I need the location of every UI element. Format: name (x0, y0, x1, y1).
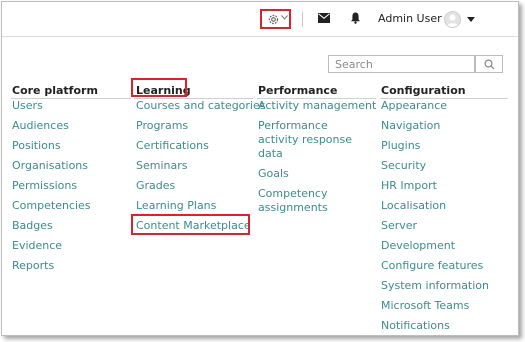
menu-item-evidence[interactable]: Evidence (12, 239, 91, 253)
menu-item-organisations[interactable]: Organisations (12, 159, 91, 173)
menu-item-development[interactable]: Development (381, 239, 489, 253)
search-button[interactable] (475, 55, 503, 73)
menu-item-permissions[interactable]: Permissions (12, 179, 91, 193)
menu-item-seminars[interactable]: Seminars (136, 159, 265, 173)
menu-item-security[interactable]: Security (381, 159, 489, 173)
chevron-down-icon (281, 15, 288, 20)
performance-heading: Performance (258, 84, 338, 97)
admin-menu-window: Admin User Search Core platform Users Au… (1, 1, 519, 336)
menu-item-navigation[interactable]: Navigation (381, 119, 489, 133)
menu-item-learning-plans[interactable]: Learning Plans (136, 199, 265, 213)
performance-column: Performance Activity management Performa… (258, 82, 376, 214)
bell-icon[interactable] (350, 12, 361, 24)
configuration-column: Configuration Appearance Navigation Plug… (381, 82, 509, 332)
menu-item-notifications[interactable]: Notifications (381, 319, 489, 333)
core-platform-heading: Core platform (12, 84, 98, 97)
configuration-heading: Configuration (381, 84, 466, 97)
menu-item-plugins[interactable]: Plugins (381, 139, 489, 153)
menu-item-activity-management[interactable]: Activity management (258, 99, 376, 113)
menu-item-certifications[interactable]: Certifications (136, 139, 265, 153)
menu-item-positions[interactable]: Positions (12, 139, 91, 153)
menu-item-competency-assignments[interactable]: Competency assignments (258, 187, 338, 215)
menu-item-reports[interactable]: Reports (12, 259, 91, 273)
user-name-label[interactable]: Admin User (378, 12, 442, 25)
search-input[interactable]: Search (328, 55, 475, 73)
menu-item-badges[interactable]: Badges (12, 219, 91, 233)
menu-item-audiences[interactable]: Audiences (12, 119, 91, 133)
menu-item-hr-import[interactable]: HR Import (381, 179, 489, 193)
menu-item-appearance[interactable]: Appearance (381, 99, 489, 113)
user-avatar-icon[interactable] (444, 11, 461, 28)
menu-item-microsoft-teams[interactable]: Microsoft Teams (381, 299, 489, 313)
navbar-divider (302, 12, 303, 27)
search-icon (484, 59, 495, 70)
mail-icon[interactable] (318, 13, 330, 23)
menu-item-goals[interactable]: Goals (258, 167, 376, 181)
menu-item-programs[interactable]: Programs (136, 119, 265, 133)
top-navbar: Admin User (2, 2, 518, 37)
learning-highlight-box (131, 78, 187, 97)
menu-item-system-information[interactable]: System information (381, 279, 489, 293)
settings-gear-button[interactable] (260, 9, 291, 29)
menu-item-performance-activity-response-data[interactable]: Performance activity response data (258, 119, 370, 161)
content-marketplace-highlight-box (131, 214, 250, 235)
gear-icon (268, 14, 279, 25)
menu-item-localisation[interactable]: Localisation (381, 199, 489, 213)
caret-down-icon[interactable] (467, 17, 475, 22)
menu-item-competencies[interactable]: Competencies (12, 199, 91, 213)
menu-item-courses-and-categories[interactable]: Courses and categories (136, 99, 265, 113)
menu-item-configure-features[interactable]: Configure features (381, 259, 489, 273)
menu-item-grades[interactable]: Grades (136, 179, 265, 193)
core-platform-column: Core platform Users Audiences Positions … (12, 82, 130, 272)
menu-item-users[interactable]: Users (12, 99, 91, 113)
menu-item-server[interactable]: Server (381, 219, 489, 233)
